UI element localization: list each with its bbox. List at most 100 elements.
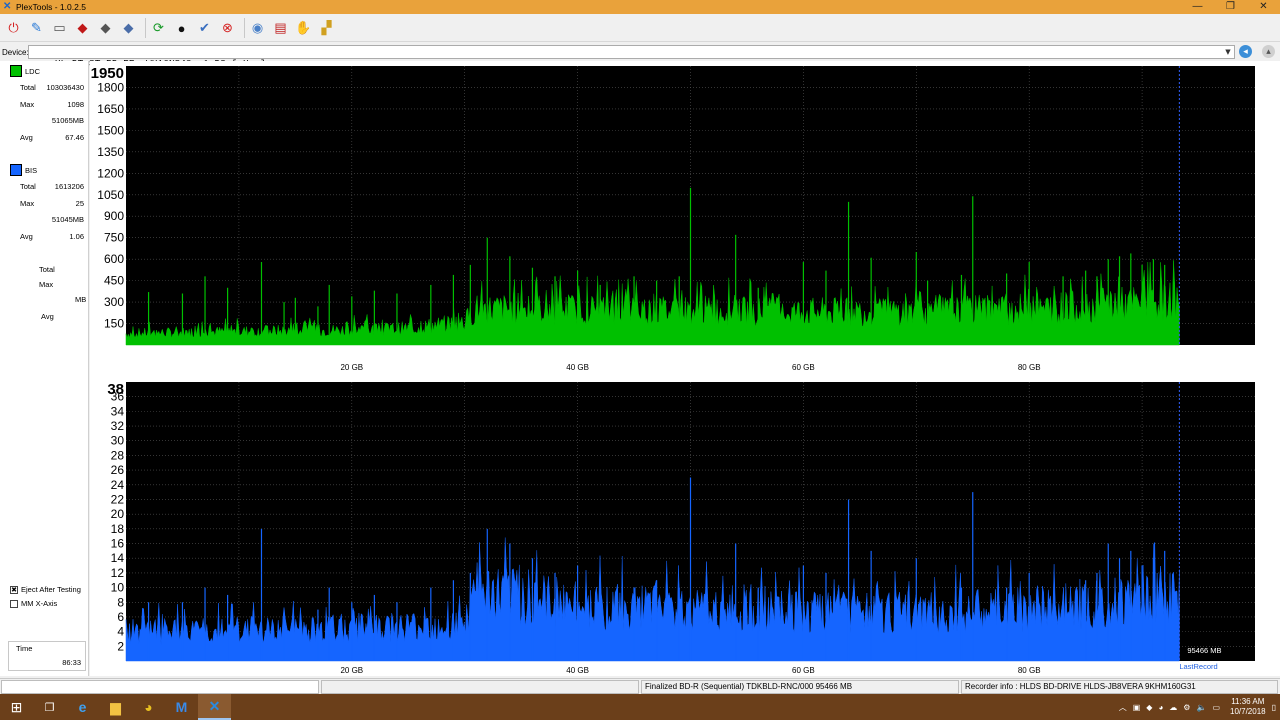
ldc-swatch xyxy=(10,65,22,77)
plextools-icon: ✕ xyxy=(3,1,12,12)
plextools-taskbar-icon[interactable]: ✕ xyxy=(198,694,231,720)
bis-y-tick-label: 12 xyxy=(111,566,125,580)
progress-bar xyxy=(1,680,319,694)
status-finalized: Finalized BD-R (Sequential) TDKBLD-RNC/0… xyxy=(641,680,959,694)
bis-total-label: Total xyxy=(20,182,36,191)
mm-x-axis-checkbox[interactable]: MM X-Axis xyxy=(10,599,57,608)
bis-y-tick-label: 28 xyxy=(111,448,125,462)
chart-area: 1800 1650 1500 1350 1200 1050 900 750 600 450 300 1… xyxy=(90,61,1280,676)
file-explorer-icon[interactable]: ▆ xyxy=(99,694,132,720)
disc-gray-icon[interactable]: ◆ xyxy=(96,19,115,38)
bis-y-tick-label: 26 xyxy=(111,463,125,477)
ldc-y-tick-label: 1350 xyxy=(97,145,124,159)
tray-chrome-icon[interactable]: ◕ xyxy=(1158,703,1163,712)
title-bar: ✕ PlexTools - 1.0.2.5 — ❐ ✕ xyxy=(0,0,1280,14)
system-tray: ︿ ▣ ◆ ◕ ☁ ⚙ 🔈 ▭ 11:36 AM 10/7/2018 ▯ xyxy=(1113,694,1276,720)
drive-icon[interactable]: ▭ xyxy=(50,19,69,38)
ldc-y-tick-label: 1650 xyxy=(97,102,124,116)
malwarebytes-icon[interactable]: M xyxy=(165,694,198,720)
close-button[interactable]: ✕ xyxy=(1247,0,1280,14)
eject-after-testing-checkbox[interactable]: ✖ Eject After Testing xyxy=(10,585,81,594)
print-icon[interactable]: ▤ xyxy=(271,19,290,38)
eject-disc-icon[interactable]: ◂ xyxy=(1239,45,1252,58)
ldc-y-tick-label: 450 xyxy=(104,274,124,288)
ldc-y-tick-label: 600 xyxy=(104,252,124,266)
disc-red-icon[interactable]: ◆ xyxy=(73,19,92,38)
mm-x-axis-checkbox-box[interactable] xyxy=(10,599,18,608)
help-icon[interactable]: ✋ xyxy=(294,19,313,38)
refresh-icon[interactable]: ⟳ xyxy=(149,19,168,38)
ldc-total-value: 103036430 xyxy=(46,83,84,92)
bis-y-tick-label: 2 xyxy=(117,639,124,653)
chevron-down-icon[interactable]: ▼ xyxy=(1223,46,1233,58)
legend-ldc[interactable]: LDC xyxy=(10,65,40,77)
taskbar: ⊞ ❐ e ▆ ◕ M ✕ ︿ ▣ ◆ ◕ ☁ ⚙ 🔈 ▭ 11:36 AM 1… xyxy=(0,694,1280,720)
tray-display-icon[interactable]: ▭ xyxy=(1212,703,1220,712)
edge-browser-icon[interactable]: e xyxy=(66,694,99,720)
notification-icon[interactable]: ▯ xyxy=(1272,703,1276,712)
device-bar: Device: HL-DT-ST BD-RE WH16NS48 1.D3 [ H… xyxy=(0,44,1280,69)
minimize-button[interactable]: — xyxy=(1181,0,1214,14)
bis-x-tick-label: 40 GB xyxy=(566,666,589,675)
stop-icon[interactable]: ⊗ xyxy=(218,19,237,38)
bis-y-tick-label: 24 xyxy=(111,478,125,492)
toolbar-separator xyxy=(244,18,245,38)
clock-time: 11:36 AM xyxy=(1231,697,1265,706)
ldc-x-tick-label: 40 GB xyxy=(566,363,589,372)
bis-x-tick-label: 20 GB xyxy=(340,666,363,675)
bis-total-value: 1613206 xyxy=(54,182,84,191)
bis-y-tick-label: 14 xyxy=(111,551,125,565)
eject-checkbox-box[interactable]: ✖ xyxy=(10,585,18,594)
bis-max-label: Max xyxy=(20,199,35,208)
last-record-label[interactable]: LastRecord xyxy=(1179,662,1217,671)
ldc-max-mb: 51065MB xyxy=(51,116,84,125)
ldc-y-tick-label: 1050 xyxy=(97,188,124,202)
ldc-total-label: Total xyxy=(20,83,36,92)
third-avg-label: Avg xyxy=(41,312,54,321)
third-max-label: Max xyxy=(39,280,54,289)
third-total-label: Total xyxy=(39,265,55,274)
power-icon[interactable]: ⏻ xyxy=(4,19,23,38)
bis-y-tick-label: 8 xyxy=(117,595,124,609)
wand-icon[interactable]: ✎ xyxy=(27,19,46,38)
windows-start-icon[interactable]: ⊞ xyxy=(0,694,33,720)
window-controls: — ❐ ✕ xyxy=(1181,0,1280,14)
settings-disc-icon[interactable]: ◉ xyxy=(248,19,267,38)
task-view-icon[interactable]: ❐ xyxy=(33,694,66,720)
chrome-icon[interactable]: ◕ xyxy=(132,694,165,720)
check-icon[interactable]: ✔ xyxy=(195,19,214,38)
globe-icon[interactable]: ● xyxy=(172,19,191,38)
ldc-y-tick-label: 1800 xyxy=(97,80,124,94)
tray-volume-icon[interactable]: 🔈 xyxy=(1196,703,1206,712)
tray-app-icon[interactable]: ◆ xyxy=(1146,703,1152,712)
device-select[interactable]: HL-DT-ST BD-RE WH16NS48 1.D3 [ H: ] ▼ xyxy=(28,45,1235,69)
bis-x-tick-label: 80 GB xyxy=(1018,666,1041,675)
disc-blue-icon[interactable]: ◆ xyxy=(119,19,138,38)
tray-settings-icon[interactable]: ⚙ xyxy=(1183,703,1190,712)
tray-network-icon[interactable]: ▣ xyxy=(1133,703,1141,712)
drive-info-icon[interactable]: ▴ xyxy=(1262,45,1275,58)
status-recorder-info: Recorder info : HLDS BD-DRIVE HLDS-JB8VE… xyxy=(961,680,1278,694)
status-bar: Finalized BD-R (Sequential) TDKBLD-RNC/0… xyxy=(0,678,1280,694)
bis-swatch xyxy=(10,164,22,176)
ldc-max-value: 1098 xyxy=(67,100,84,109)
third-mb-label: MB xyxy=(75,295,87,304)
ldc-y-tick-label: 1500 xyxy=(97,123,124,137)
bis-end-label: 95466 MB xyxy=(1187,646,1221,655)
bis-y-tick-label: 20 xyxy=(111,507,125,521)
maximize-button[interactable]: ❐ xyxy=(1214,0,1247,14)
mm-x-axis-label: MM X-Axis xyxy=(21,599,58,608)
ldc-max-label: Max xyxy=(20,100,35,109)
device-label: Device: xyxy=(2,47,29,57)
ldc-x-tick-label: 20 GB xyxy=(340,363,363,372)
legend-bis[interactable]: BIS xyxy=(10,164,37,176)
bis-max-mb: 51045MB xyxy=(51,215,84,224)
legend-panel: LDC Total 103036430 Max 1098 51065MB Avg… xyxy=(0,61,89,676)
taskbar-clock[interactable]: 11:36 AM 10/7/2018 xyxy=(1230,697,1266,717)
window-title: PlexTools - 1.0.2.5 xyxy=(16,2,86,12)
toolbar-separator xyxy=(145,18,146,38)
graph-icon[interactable]: ▞ xyxy=(317,19,336,38)
ldc-y-tick-label: 1200 xyxy=(97,166,124,180)
tray-chevron-up-icon[interactable]: ︿ xyxy=(1119,702,1127,713)
tray-cloud-icon[interactable]: ☁ xyxy=(1169,703,1177,712)
